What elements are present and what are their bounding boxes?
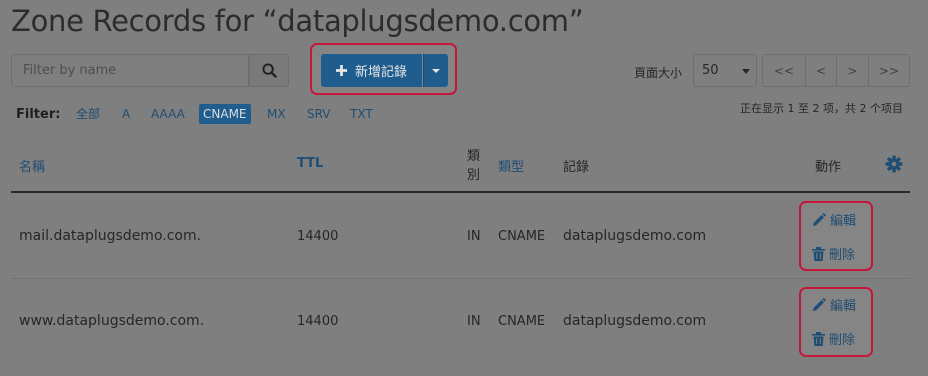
- search-icon: [261, 63, 277, 78]
- delete-button[interactable]: 刪除: [812, 329, 855, 348]
- record-ttl: 14400: [297, 314, 339, 329]
- add-record-dropdown-toggle[interactable]: [423, 54, 448, 87]
- record-ttl: 14400: [297, 229, 339, 244]
- add-record-label: 新增記錄: [354, 65, 407, 80]
- search-button[interactable]: [249, 54, 289, 87]
- record-value: dataplugsdemo.com: [563, 313, 707, 329]
- row-divider: [11, 278, 910, 279]
- record-name: www.dataplugsdemo.com.: [19, 313, 205, 329]
- record-class: IN: [467, 229, 481, 244]
- filter-label: Filter:: [16, 107, 61, 122]
- edit-label: 編輯: [830, 214, 857, 229]
- column-header-record: 記錄: [563, 160, 590, 175]
- record-name: mail.dataplugsdemo.com.: [19, 228, 202, 244]
- pager-last-button[interactable]: >>: [868, 54, 910, 87]
- plus-icon: [335, 65, 347, 76]
- search-input[interactable]: [11, 54, 249, 87]
- column-header-type[interactable]: 類型: [498, 156, 524, 175]
- gear-icon: [885, 155, 903, 173]
- pager-prev-button[interactable]: <: [805, 54, 837, 87]
- add-record-button[interactable]: 新增記錄: [321, 54, 422, 87]
- trash-icon: [812, 331, 825, 346]
- pencil-icon: [813, 212, 826, 226]
- record-type: CNAME: [498, 314, 546, 329]
- filter-chip-aaaa[interactable]: AAAA: [151, 104, 185, 124]
- edit-label: 編輯: [830, 299, 857, 314]
- record-value: dataplugsdemo.com: [563, 228, 707, 244]
- page-size-value: 50: [702, 63, 719, 78]
- chevron-down-icon: [742, 69, 750, 74]
- delete-label: 刪除: [829, 248, 856, 263]
- edit-button[interactable]: 編輯: [812, 210, 856, 229]
- page-size-select[interactable]: 50: [693, 54, 757, 87]
- delete-label: 刪除: [829, 333, 856, 348]
- column-header-name[interactable]: 名稱: [19, 156, 45, 175]
- column-header-ttl[interactable]: TTL: [297, 156, 323, 171]
- filter-chip-all[interactable]: 全部: [76, 104, 100, 124]
- caret-down-icon: [432, 68, 440, 73]
- record-class: IN: [467, 314, 481, 329]
- page-size-label: 頁面大小: [634, 66, 683, 80]
- filter-chip-cname[interactable]: CNAME: [199, 104, 251, 124]
- delete-button[interactable]: 刪除: [812, 244, 855, 263]
- filter-chip-mx[interactable]: MX: [267, 104, 286, 124]
- filter-chip-srv[interactable]: SRV: [307, 104, 331, 124]
- column-header-class: 類別: [467, 149, 481, 183]
- trash-icon: [812, 246, 825, 261]
- record-count-text: 正在显示 1 至 2 项，共 2 个项目: [740, 102, 903, 115]
- column-settings-button[interactable]: [885, 155, 903, 177]
- edit-button[interactable]: 編輯: [812, 295, 856, 314]
- filter-chip-txt[interactable]: TXT: [350, 104, 373, 124]
- page-title: Zone Records for “dataplugsdemo.com”: [11, 4, 584, 38]
- pencil-icon: [813, 297, 826, 311]
- record-type: CNAME: [498, 229, 546, 244]
- pager-next-button[interactable]: >: [836, 54, 869, 87]
- column-header-actions: 動作: [815, 160, 842, 175]
- pager-first-button[interactable]: <<: [762, 54, 806, 87]
- filter-chip-a[interactable]: A: [122, 104, 130, 124]
- table-header-divider: [11, 191, 910, 193]
